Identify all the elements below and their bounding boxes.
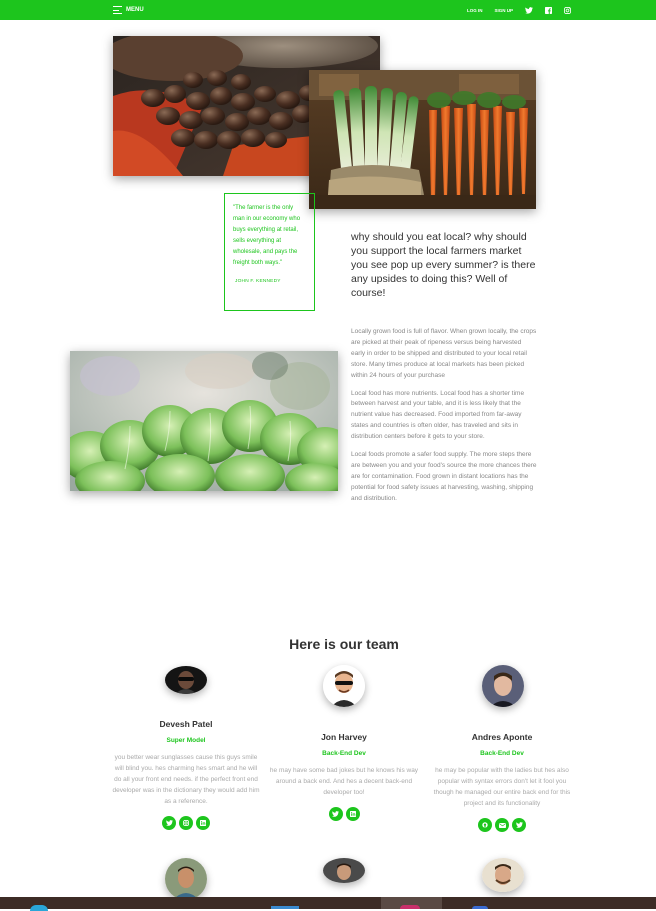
taskbar xyxy=(0,897,656,911)
avatar xyxy=(323,858,365,883)
twitter-icon[interactable] xyxy=(512,818,526,832)
twitter-icon[interactable] xyxy=(162,816,176,830)
member-role: Back-End Dev xyxy=(480,750,524,757)
member-description: you better wear sunglasses cause this gu… xyxy=(112,754,260,805)
member-name: Andres Aponte xyxy=(471,732,533,742)
login-link[interactable]: LOG IN xyxy=(467,8,483,13)
member-description: he may be popular with the ladies but he… xyxy=(433,767,571,807)
linkedin-icon[interactable] xyxy=(345,807,360,821)
member-socials xyxy=(269,807,419,821)
github-icon[interactable] xyxy=(478,818,492,832)
avatar xyxy=(482,665,524,707)
taskbar-app-icon[interactable] xyxy=(30,905,48,911)
hamburger-icon xyxy=(113,6,122,14)
member-socials xyxy=(427,818,577,832)
article-paragraphs: Locally grown food is full of flavor. Wh… xyxy=(351,327,537,512)
team-member-card: Andres Aponte Back-End Dev he may be pop… xyxy=(427,732,577,832)
taskbar-app-icon[interactable] xyxy=(400,905,420,909)
avatar xyxy=(482,858,524,892)
instagram-icon[interactable] xyxy=(179,816,193,830)
menu-label: MENU xyxy=(126,7,144,13)
article-paragraph: Locally grown food is full of flavor. Wh… xyxy=(351,328,537,379)
twitter-icon[interactable] xyxy=(525,6,533,14)
member-description: he may have some bad jokes but he knows … xyxy=(269,767,419,796)
menu-button[interactable]: MENU xyxy=(113,3,144,17)
team-member-card: Jon Harvey Back-End Dev he may have some… xyxy=(269,732,419,821)
signup-link[interactable]: SIGN UP xyxy=(494,8,513,13)
member-name: Jon Harvey xyxy=(321,732,367,742)
team-member-card: Devesh Patel Super Model you better wear… xyxy=(111,719,261,830)
nav-right-group: LOG IN SIGN UP xyxy=(467,3,571,17)
twitter-icon[interactable] xyxy=(328,807,343,821)
article-heading: why should you eat local? why should you… xyxy=(351,231,536,299)
article-paragraph: Local food has more nutrients. Local foo… xyxy=(351,389,525,441)
avatar xyxy=(323,665,365,707)
member-socials xyxy=(111,816,261,830)
quote-text: "The farmer is the only man in our econo… xyxy=(233,205,301,266)
avatar xyxy=(165,666,207,694)
member-role: Super Model xyxy=(166,737,206,744)
avatar xyxy=(165,858,207,900)
quote-author: JOHN F. KENNEDY xyxy=(235,279,281,284)
facebook-icon[interactable] xyxy=(545,6,552,14)
linkedin-icon[interactable] xyxy=(196,816,210,830)
mail-icon[interactable] xyxy=(495,818,509,832)
instagram-icon[interactable] xyxy=(564,6,571,14)
vegetables-market-photo xyxy=(309,70,536,209)
team-title: Here is our team xyxy=(289,636,399,652)
member-name: Devesh Patel xyxy=(159,719,213,729)
quote-box: "The farmer is the only man in our econo… xyxy=(224,193,315,311)
member-role: Back-End Dev xyxy=(322,750,366,757)
lettuce-photo xyxy=(70,351,338,491)
article-paragraph: Local foods promote a safer food supply.… xyxy=(351,451,537,502)
top-nav-bar: MENU LOG IN SIGN UP xyxy=(0,0,656,20)
